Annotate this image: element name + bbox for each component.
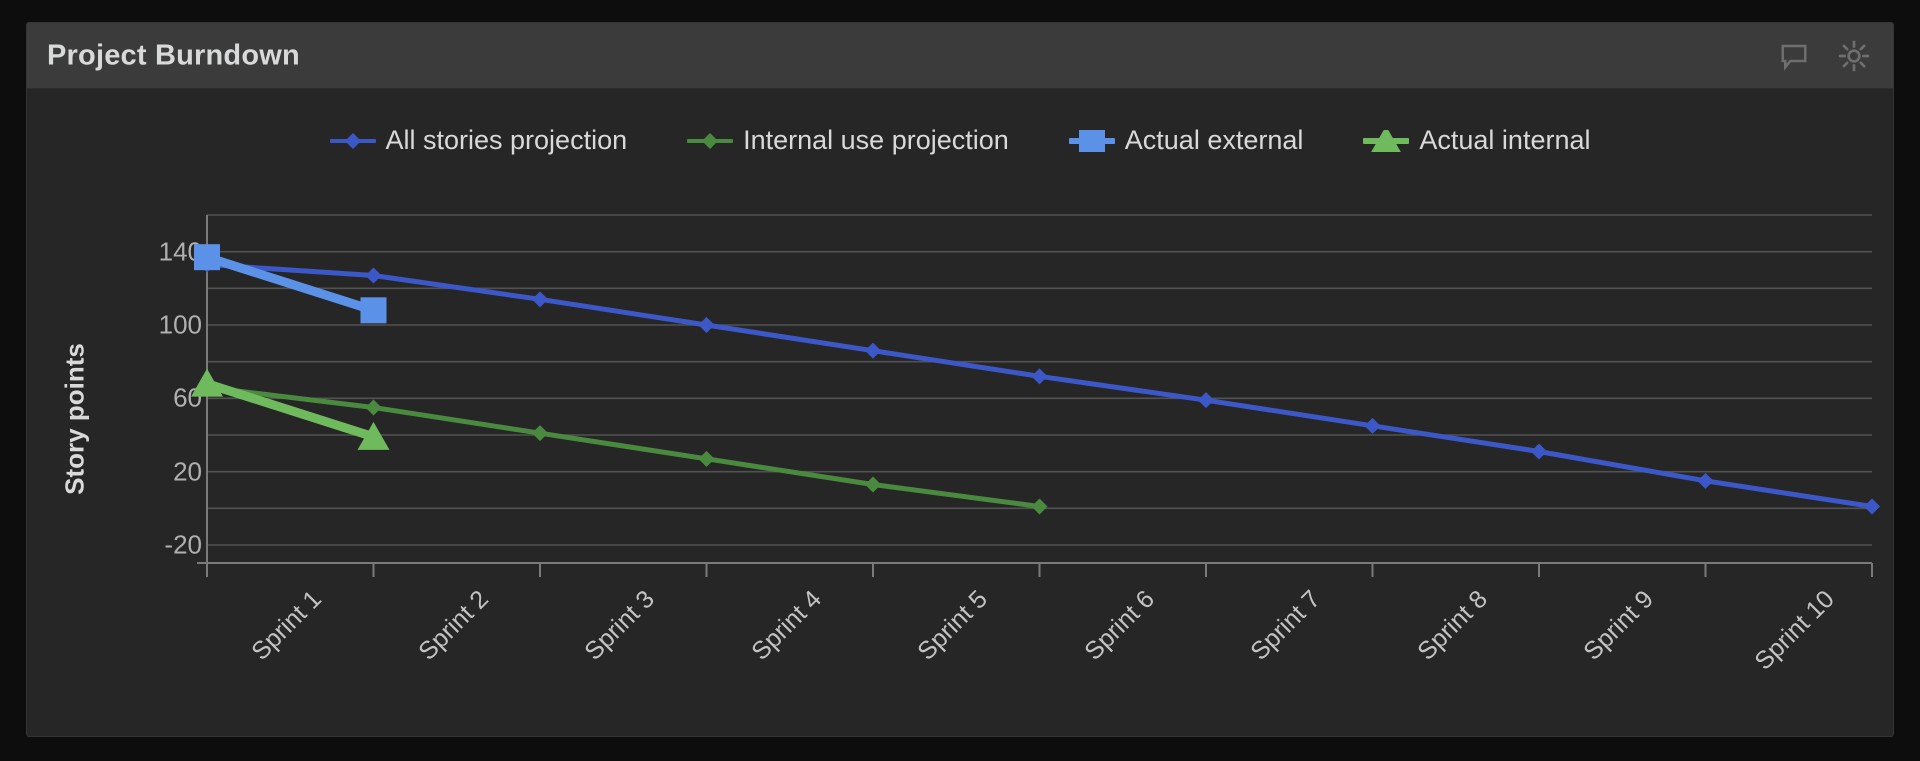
- data-point-marker[interactable]: [365, 399, 382, 416]
- page-title: Project Burndown: [47, 39, 300, 71]
- data-point-marker[interactable]: [865, 476, 881, 493]
- data-point-marker[interactable]: [360, 297, 387, 324]
- panel-body: All stories projection Internal use proje…: [27, 89, 1893, 736]
- data-point-marker[interactable]: [698, 317, 715, 333]
- data-point-marker[interactable]: [1864, 498, 1880, 515]
- series-actual-internal: [191, 368, 390, 450]
- series-line[interactable]: [202, 379, 378, 442]
- series-line[interactable]: [204, 262, 1875, 509]
- data-point-marker[interactable]: [1697, 472, 1714, 489]
- series-line[interactable]: [204, 384, 1042, 509]
- data-point-marker[interactable]: [365, 267, 382, 284]
- burndown-panel: Project Burndown All stories projection …: [26, 22, 1894, 737]
- data-point-marker[interactable]: [1198, 392, 1214, 409]
- data-point-marker[interactable]: [194, 244, 220, 271]
- data-point-marker[interactable]: [698, 450, 715, 467]
- series-line[interactable]: [202, 252, 378, 315]
- panel-header-actions: [1777, 39, 1871, 73]
- series-all-stories-projection: [199, 256, 1880, 515]
- data-point-marker[interactable]: [532, 425, 548, 442]
- series-internal-use-projection: [199, 379, 1048, 515]
- data-point-marker[interactable]: [1031, 368, 1048, 385]
- data-point-marker[interactable]: [1031, 498, 1048, 515]
- plot-svg: [191, 214, 1880, 577]
- comment-icon[interactable]: [1777, 39, 1811, 73]
- data-point-marker[interactable]: [1364, 417, 1381, 434]
- chart-area: Story points Sprints 1401006020-20 Sprin…: [27, 89, 1893, 736]
- series-actual-external: [194, 244, 387, 324]
- panel-header: Project Burndown: [27, 23, 1893, 89]
- data-point-marker[interactable]: [1531, 443, 1547, 460]
- data-point-marker[interactable]: [532, 291, 548, 308]
- gear-icon[interactable]: [1837, 39, 1871, 73]
- data-point-marker[interactable]: [865, 342, 881, 359]
